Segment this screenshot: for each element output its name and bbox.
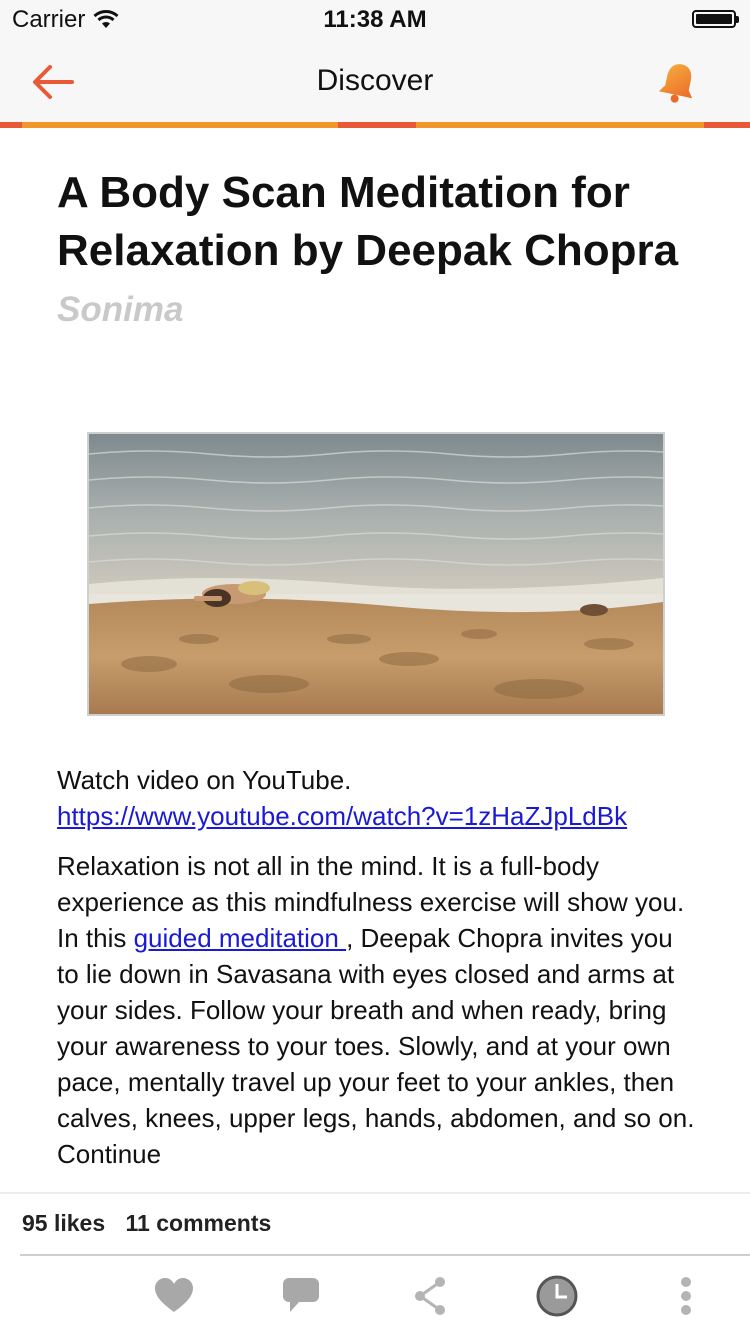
description-text-2: , Deepak Chopra invites you to lie down …: [57, 923, 695, 1169]
beach-meditation-image: [89, 434, 663, 714]
article-body: Watch video on YouTube. https://www.yout…: [57, 762, 697, 1186]
history-button[interactable]: [535, 1274, 579, 1318]
article: A Body Scan Meditation for Relaxation by…: [57, 128, 697, 1169]
notifications-button[interactable]: [656, 60, 700, 106]
share-icon: [415, 1277, 445, 1315]
engagement-stats: 95 likes 11 comments: [22, 1210, 285, 1237]
nav-bar: Discover: [0, 40, 750, 122]
status-time: 11:38 AM: [323, 6, 427, 33]
comment-button[interactable]: [280, 1274, 324, 1318]
page-title: Discover: [316, 64, 434, 97]
bell-icon: [658, 64, 693, 103]
battery-icon: [692, 10, 739, 28]
heart-icon: [155, 1278, 193, 1312]
status-bar: Carrier 11:38 AM: [0, 0, 750, 40]
youtube-link[interactable]: https://www.youtube.com/watch?v=1zHaZJpL…: [57, 801, 627, 831]
article-source: Sonima: [57, 290, 184, 329]
likes-count[interactable]: 95 likes: [22, 1210, 105, 1236]
bottom-toolbar: [0, 1256, 750, 1334]
more-options-button[interactable]: [664, 1274, 708, 1318]
guided-meditation-link[interactable]: guided meditation: [134, 923, 346, 953]
article-title: A Body Scan Meditation for Relaxation by…: [57, 168, 679, 275]
share-button[interactable]: [408, 1274, 452, 1318]
clock-icon: [536, 1275, 578, 1317]
description-paragraph: Relaxation is not all in the mind. It is…: [57, 848, 697, 1172]
more-vertical-icon: [681, 1277, 691, 1315]
article-hero-image[interactable]: [87, 432, 665, 716]
like-button[interactable]: [152, 1274, 196, 1318]
comments-count[interactable]: 11 comments: [126, 1210, 272, 1236]
watch-video-label: Watch video on YouTube.: [57, 765, 352, 795]
video-paragraph: Watch video on YouTube. https://www.yout…: [57, 762, 697, 834]
footer-shadow: [0, 1192, 750, 1194]
speech-bubble-icon: [283, 1278, 319, 1312]
